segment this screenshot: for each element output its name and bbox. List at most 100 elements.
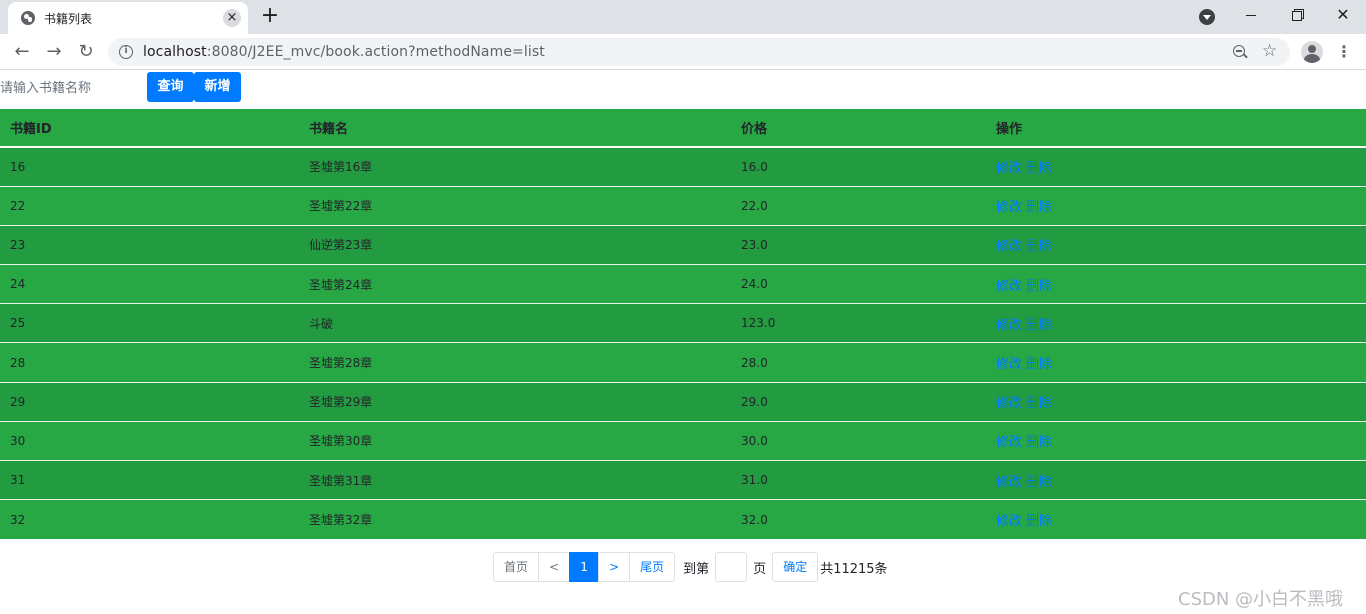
table-row: 31 圣墟第31章 31.0 修改 删除 xyxy=(0,459,1366,500)
book-id-cell: 23 xyxy=(0,224,299,265)
book-id-cell: 31 xyxy=(0,459,299,500)
table-row: 32 圣墟第32章 32.0 修改 删除 xyxy=(0,499,1366,539)
tab-search-icon[interactable] xyxy=(1199,9,1215,25)
edit-link[interactable]: 修改 xyxy=(996,396,1022,411)
back-button[interactable]: ← xyxy=(8,38,36,66)
delete-link[interactable]: 删除 xyxy=(1026,239,1052,254)
globe-icon xyxy=(21,11,35,25)
actions-cell: 修改 删除 xyxy=(986,264,1366,304)
price-cell: 16.0 xyxy=(731,146,986,187)
total-count: 共11215条 xyxy=(820,561,888,577)
close-window-button[interactable]: ✕ xyxy=(1320,0,1366,30)
book-id-cell: 32 xyxy=(0,499,299,539)
next-page-button[interactable]: > xyxy=(598,552,631,582)
tab-close-icon[interactable]: × xyxy=(223,9,241,27)
url-text[interactable]: localhost:8080/J2EE_mvc/book.action?meth… xyxy=(143,44,545,60)
table-row: 23 仙逆第23章 23.0 修改 删除 xyxy=(0,224,1366,265)
goto-page-input[interactable] xyxy=(715,552,748,582)
bookmark-star-icon[interactable]: ☆ xyxy=(1262,41,1277,61)
first-page-button[interactable]: 首页 xyxy=(493,552,540,582)
delete-link[interactable]: 删除 xyxy=(1026,161,1052,176)
site-info-icon[interactable]: i xyxy=(119,45,133,59)
reload-button[interactable]: ↻ xyxy=(72,38,100,66)
book-id-cell: 16 xyxy=(0,146,299,187)
price-cell: 30.0 xyxy=(731,420,986,461)
price-cell: 23.0 xyxy=(731,224,986,265)
book-name-cell: 仙逆第23章 xyxy=(299,224,731,265)
delete-link[interactable]: 删除 xyxy=(1026,200,1052,215)
edit-link[interactable]: 修改 xyxy=(996,435,1022,450)
book-name-cell: 圣墟第30章 xyxy=(299,420,731,461)
book-name-cell: 圣墟第16章 xyxy=(299,146,731,187)
actions-cell: 修改 删除 xyxy=(986,459,1366,500)
new-tab-button[interactable]: + xyxy=(258,4,282,28)
delete-link[interactable]: 删除 xyxy=(1026,396,1052,411)
table-row: 22 圣墟第22章 22.0 修改 删除 xyxy=(0,185,1366,226)
header-actions: 操作 xyxy=(986,109,1366,148)
tab-title: 书籍列表 xyxy=(44,12,93,26)
delete-link[interactable]: 删除 xyxy=(1026,279,1052,294)
price-cell: 22.0 xyxy=(731,185,986,226)
browser-tab-strip: 书籍列表 × + ✕ xyxy=(0,0,1366,34)
delete-link[interactable]: 删除 xyxy=(1026,475,1052,490)
delete-link[interactable]: 删除 xyxy=(1026,318,1052,333)
table-row: 29 圣墟第29章 29.0 修改 删除 xyxy=(0,381,1366,422)
header-book-name: 书籍名 xyxy=(299,109,731,148)
edit-link[interactable]: 修改 xyxy=(996,279,1022,294)
prev-page-button[interactable]: < xyxy=(538,552,571,582)
edit-link[interactable]: 修改 xyxy=(996,514,1022,529)
book-name-cell: 斗破 xyxy=(299,303,731,343)
add-book-button[interactable]: 新增 xyxy=(194,72,241,102)
book-name-cell: 圣墟第22章 xyxy=(299,185,731,226)
actions-cell: 修改 删除 xyxy=(986,381,1366,422)
price-cell: 24.0 xyxy=(731,264,986,304)
book-id-cell: 29 xyxy=(0,381,299,422)
query-button[interactable]: 查询 xyxy=(147,72,194,102)
edit-link[interactable]: 修改 xyxy=(996,475,1022,490)
actions-cell: 修改 删除 xyxy=(986,499,1366,539)
table-header-row: 书籍ID 书籍名 价格 操作 xyxy=(0,109,1366,148)
edit-link[interactable]: 修改 xyxy=(996,357,1022,372)
book-name-search-input[interactable] xyxy=(0,73,147,103)
book-id-cell: 22 xyxy=(0,185,299,226)
book-name-cell: 圣墟第24章 xyxy=(299,264,731,304)
address-bar[interactable]: i localhost:8080/J2EE_mvc/book.action?me… xyxy=(108,38,1290,66)
book-id-cell: 28 xyxy=(0,342,299,383)
table-row: 16 圣墟第16章 16.0 修改 删除 xyxy=(0,146,1366,187)
delete-link[interactable]: 删除 xyxy=(1026,514,1052,529)
price-cell: 29.0 xyxy=(731,381,986,422)
delete-link[interactable]: 删除 xyxy=(1026,357,1052,372)
zoom-icon[interactable] xyxy=(1232,44,1248,60)
url-path: :8080/J2EE_mvc/book.action?methodName=li… xyxy=(206,44,545,60)
edit-link[interactable]: 修改 xyxy=(996,318,1022,333)
price-cell: 28.0 xyxy=(731,342,986,383)
delete-link[interactable]: 删除 xyxy=(1026,435,1052,450)
profile-avatar[interactable] xyxy=(1301,41,1323,63)
price-cell: 32.0 xyxy=(731,499,986,539)
minimize-button[interactable] xyxy=(1228,0,1274,30)
browser-menu-icon[interactable]: ⋮ xyxy=(1336,40,1352,64)
forward-button[interactable]: → xyxy=(40,38,68,66)
header-book-id: 书籍ID xyxy=(0,109,299,148)
last-page-button[interactable]: 尾页 xyxy=(629,552,676,582)
book-id-cell: 25 xyxy=(0,303,299,343)
book-id-cell: 24 xyxy=(0,264,299,304)
actions-cell: 修改 删除 xyxy=(986,185,1366,226)
confirm-page-button[interactable]: 确定 xyxy=(772,552,819,582)
edit-link[interactable]: 修改 xyxy=(996,239,1022,254)
edit-link[interactable]: 修改 xyxy=(996,200,1022,215)
page-content: 查询 新增 书籍ID 书籍名 价格 操作 16圣墟第16章16.0修改删除22圣… xyxy=(0,71,1366,614)
price-cell: 31.0 xyxy=(731,459,986,500)
price-cell: 123.0 xyxy=(731,303,986,343)
browser-tab[interactable]: 书籍列表 × xyxy=(8,2,248,34)
actions-cell: 修改 删除 xyxy=(986,146,1366,187)
browser-toolbar: ← → ↻ i localhost:8080/J2EE_mvc/book.act… xyxy=(0,34,1366,70)
url-host: localhost xyxy=(143,44,207,60)
book-table: 书籍ID 书籍名 价格 操作 16 圣墟第16章 16.0 修改 删除 22 圣墟第22章 2… xyxy=(0,109,1366,539)
edit-link[interactable]: 修改 xyxy=(996,161,1022,176)
book-name-cell: 圣墟第29章 xyxy=(299,381,731,422)
table-row: 24 圣墟第24章 24.0 修改 删除 xyxy=(0,264,1366,304)
current-page-button[interactable]: 1 xyxy=(569,552,600,582)
restore-button[interactable] xyxy=(1274,0,1320,30)
watermark: CSDN @小白不黑哦 xyxy=(1178,589,1344,610)
